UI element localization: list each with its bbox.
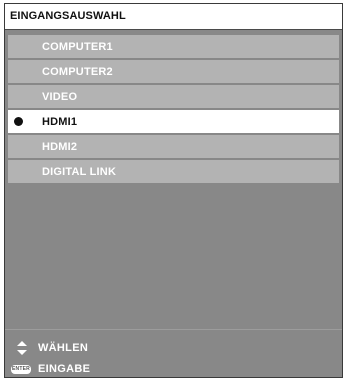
input-item-label: DIGITAL LINK — [42, 166, 117, 178]
input-item-computer1[interactable]: COMPUTER1 — [8, 35, 339, 58]
input-selection-menu: EINGANGSAUSWAHL COMPUTER1 COMPUTER2 VIDE… — [4, 3, 343, 378]
selected-indicator-icon — [14, 117, 23, 126]
input-item-hdmi2[interactable]: HDMI2 — [8, 135, 339, 158]
input-list: COMPUTER1 COMPUTER2 VIDEO HDMI1 HDMI2 DI… — [8, 35, 339, 185]
footer-hint-select: WÄHLEN — [5, 338, 342, 358]
input-item-computer2[interactable]: COMPUTER2 — [8, 60, 339, 83]
select-hint-label: WÄHLEN — [38, 342, 89, 354]
input-item-label: HDMI2 — [42, 141, 78, 153]
enter-hint-label: EINGABE — [38, 363, 91, 375]
input-item-label: COMPUTER2 — [42, 66, 113, 78]
footer-divider — [5, 329, 342, 330]
input-item-hdmi1[interactable]: HDMI1 — [8, 110, 339, 133]
title-bar: EINGANGSAUSWAHL — [5, 4, 342, 30]
input-item-label: COMPUTER1 — [42, 41, 113, 53]
up-down-arrows-icon — [17, 341, 27, 355]
menu-title: EINGANGSAUSWAHL — [10, 10, 126, 22]
input-item-digital-link[interactable]: DIGITAL LINK — [8, 160, 339, 183]
input-item-label: VIDEO — [42, 91, 78, 103]
input-item-label: HDMI1 — [42, 116, 78, 128]
input-item-video[interactable]: VIDEO — [8, 85, 339, 108]
enter-key-icon: ENTER — [11, 365, 31, 374]
footer-hint-enter: ENTER EINGABE — [5, 359, 342, 379]
